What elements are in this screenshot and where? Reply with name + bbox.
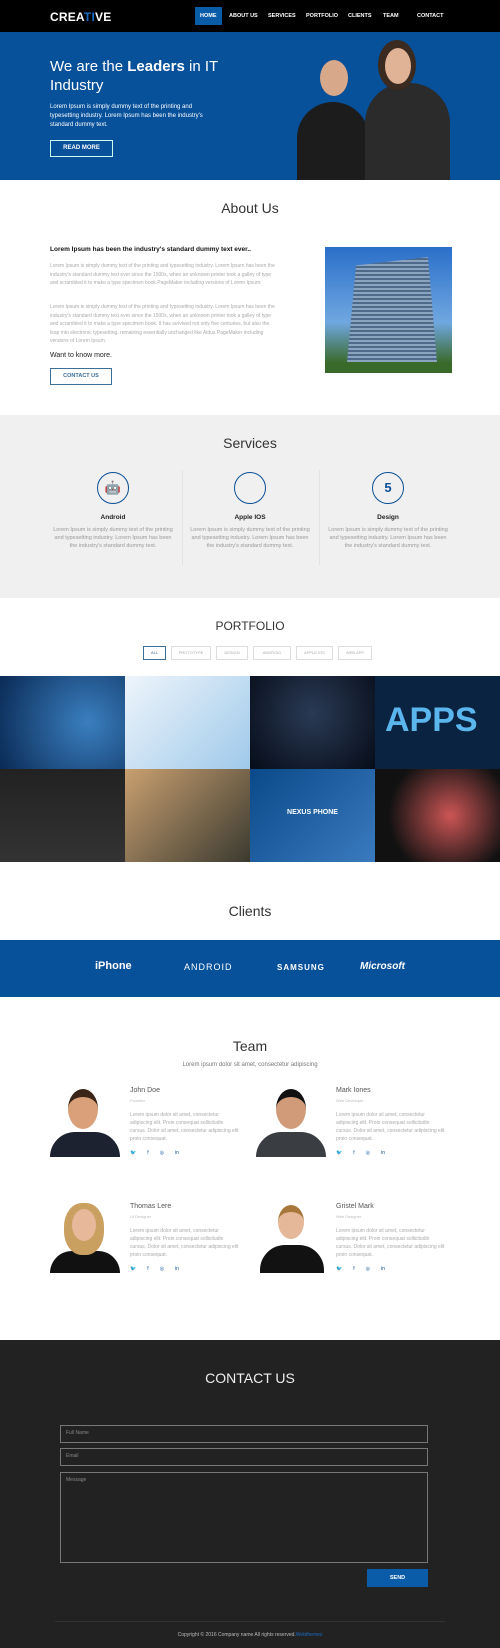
linkedin-icon[interactable]: in <box>175 1150 179 1156</box>
instagram-icon[interactable]: ◎ <box>366 1150 370 1156</box>
logo[interactable]: CREATIVE <box>50 10 111 24</box>
nav-clients[interactable]: CLIENTS <box>343 7 377 25</box>
divider <box>55 1621 445 1622</box>
service-design: 5 Design Lorem Ipsum is simply dummy text … <box>328 472 448 550</box>
twitter-icon[interactable]: 🐦 <box>336 1150 342 1156</box>
clients-title: Clients <box>228 903 272 919</box>
send-button[interactable]: SEND <box>367 1569 428 1587</box>
footer-link[interactable]: Webthemez <box>296 1632 323 1638</box>
facebook-icon[interactable]: f <box>353 1150 354 1156</box>
instagram-icon[interactable]: ◎ <box>366 1266 370 1272</box>
navbar: CREATIVE HOME ABOUT US SERVICES PORTFOLI… <box>0 0 500 32</box>
contact-us-button[interactable]: CONTACT US <box>50 368 112 385</box>
portfolio-item[interactable] <box>250 676 375 769</box>
member-photo <box>50 1087 120 1157</box>
email-input[interactable]: Email <box>60 1448 428 1466</box>
about-heading: Lorem Ipsum has been the industry's stan… <box>50 246 251 253</box>
service-android: 🤖 Android Lorem Ipsum is simply dummy text… <box>53 472 173 550</box>
contact-title: CONTACT US <box>205 1370 295 1386</box>
read-more-button[interactable]: READ MORE <box>50 140 113 157</box>
instagram-icon[interactable]: ◎ <box>160 1266 164 1272</box>
twitter-icon[interactable]: 🐦 <box>130 1266 136 1272</box>
filter-all[interactable]: ALL <box>143 646 166 660</box>
portfolio-item[interactable] <box>125 676 250 769</box>
client-logo-microsoft: Microsoft <box>360 961 405 972</box>
html5-icon: 5 <box>372 472 404 504</box>
nav-about[interactable]: ABOUT US <box>224 7 263 25</box>
portfolio-item[interactable]: APPS <box>375 676 500 769</box>
portfolio-item[interactable] <box>0 676 125 769</box>
filter-prototype[interactable]: PROTOTYPE <box>171 646 211 660</box>
portfolio-item[interactable]: NEXUS PHONE <box>250 769 375 862</box>
message-textarea[interactable]: Message <box>60 1472 428 1563</box>
twitter-icon[interactable]: 🐦 <box>130 1150 136 1156</box>
hero-section: We are the Leaders in IT Industry Lorem … <box>0 32 500 180</box>
service-apple: Apple IOS Lorem Ipsum is simply dummy tex… <box>190 472 310 550</box>
client-logo-iphone: iPhone <box>95 960 132 972</box>
portfolio-title: PORTFOLIO <box>215 619 285 633</box>
android-icon: 🤖 <box>97 472 129 504</box>
nav-home[interactable]: HOME <box>195 7 222 25</box>
filter-design[interactable]: DESIGN <box>216 646 248 660</box>
member-photo <box>256 1087 326 1157</box>
linkedin-icon[interactable]: in <box>175 1266 179 1272</box>
portfolio-item[interactable] <box>375 769 500 862</box>
member-photo <box>256 1203 326 1273</box>
nav-services[interactable]: SERVICES <box>263 7 301 25</box>
want-to-know-more: Want to know more. <box>50 352 112 359</box>
facebook-icon[interactable]: f <box>353 1266 354 1272</box>
services-section: Services 🤖 Android Lorem Ipsum is simply d… <box>0 415 500 598</box>
twitter-icon[interactable]: 🐦 <box>336 1266 342 1272</box>
contact-section: CONTACT US Full Name Email Message SEND … <box>0 1340 500 1648</box>
divider <box>319 470 320 565</box>
full-name-input[interactable]: Full Name <box>60 1425 428 1443</box>
facebook-icon[interactable]: f <box>147 1150 148 1156</box>
filter-android[interactable]: ANDROID <box>253 646 291 660</box>
nav-team[interactable]: TEAM <box>378 7 404 25</box>
linkedin-icon[interactable]: in <box>381 1150 385 1156</box>
nav-contact[interactable]: CONTACT <box>412 7 448 25</box>
apple-icon <box>234 472 266 504</box>
divider <box>182 470 183 565</box>
facebook-icon[interactable]: f <box>147 1266 148 1272</box>
portfolio-item[interactable] <box>0 769 125 862</box>
team-title: Team <box>232 1038 268 1054</box>
hero-text: Lorem Ipsum is simply dummy text of the … <box>50 104 203 128</box>
about-title: About Us <box>221 200 279 216</box>
services-title: Services <box>223 435 277 451</box>
team-subtitle: Lorem ipsum dolor sit amet, consectetur … <box>182 1062 318 1068</box>
instagram-icon[interactable]: ◎ <box>160 1150 164 1156</box>
about-paragraph-2: Lorem Ipsum is simply dummy text of the … <box>50 304 275 344</box>
filter-web-app[interactable]: WEB APP <box>338 646 372 660</box>
nav-portfolio[interactable]: PORTFOLIO <box>301 7 343 25</box>
client-logo-android: ANDROID <box>184 962 233 972</box>
hero-title: We are the Leaders in IT Industry <box>50 58 218 94</box>
copyright: Copyright © 2016 Company name All rights… <box>177 1632 323 1638</box>
member-photo <box>50 1203 120 1273</box>
about-paragraph-1: Lorem Ipsum is simply dummy text of the … <box>50 263 275 286</box>
portfolio-item[interactable] <box>125 769 250 862</box>
linkedin-icon[interactable]: in <box>381 1266 385 1272</box>
client-logo-samsung: SAMSUNG <box>277 963 325 972</box>
clients-band <box>0 940 500 997</box>
building-image <box>325 247 452 373</box>
filter-apple-ios[interactable]: APPLE IOS <box>296 646 333 660</box>
